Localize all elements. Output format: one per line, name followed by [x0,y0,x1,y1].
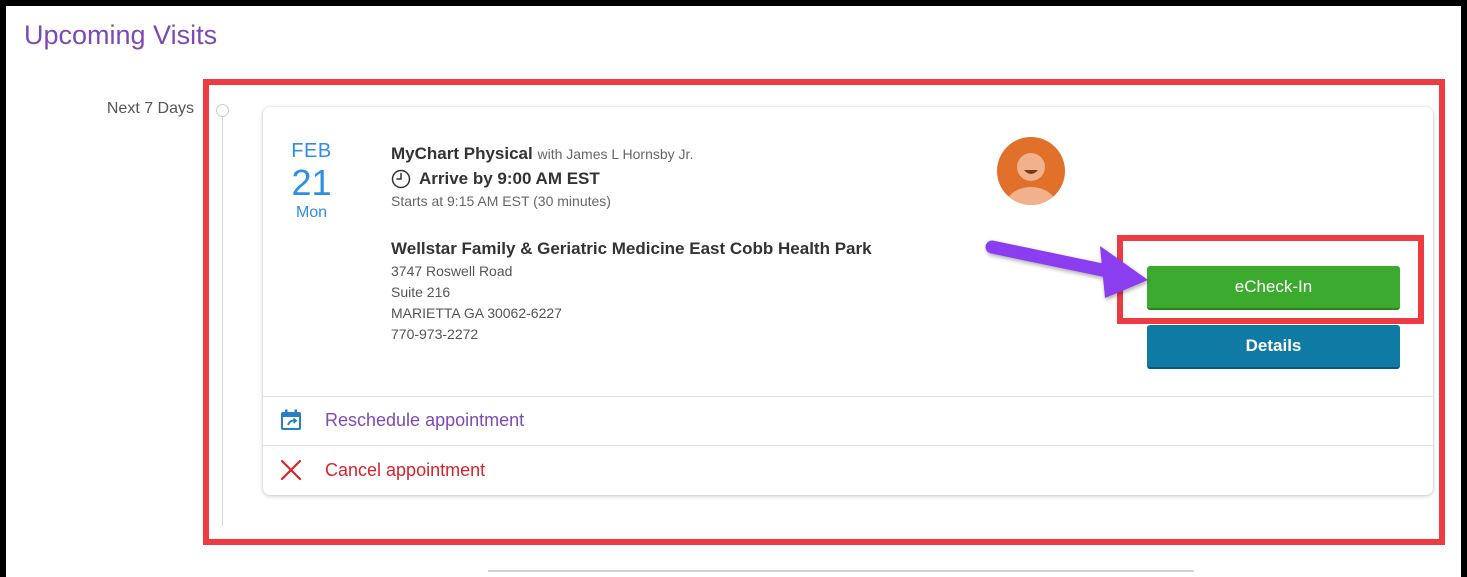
arrive-text: Arrive by 9:00 AM EST [419,169,600,188]
details-button[interactable]: Details [1147,325,1400,369]
arrive-by: Arrive by 9:00 AM EST [391,168,693,190]
clock-icon [391,169,411,189]
page-title: Upcoming Visits [24,20,218,50]
visit-line: MyChart Physical with James L Hornsby Jr… [391,143,693,165]
address-city-state-zip: MARIETTA GA 30062-6227 [391,305,562,321]
date-month: FEB [291,140,332,162]
cancel-appointment-link[interactable]: Cancel appointment [279,458,485,482]
address-line-1: 3747 Roswell Road [391,263,513,279]
section-label-next-7-days: Next 7 Days [106,100,194,117]
date-day: 21 [291,162,332,203]
address-line-2: Suite 216 [391,284,451,300]
timeline-line [222,114,223,526]
cancel-label: Cancel appointment [325,459,486,480]
echeck-in-button[interactable]: eCheck-In [1147,266,1400,310]
reschedule-appointment-link[interactable]: Reschedule appointment [279,408,524,432]
appointment-card: FEB 21 Mon MyChart Physical with James L… [263,107,1433,495]
card-divider [263,445,1433,446]
location-phone: 770-973-2272 [391,326,479,342]
date-weekday: Mon [295,204,328,221]
start-time: Starts at 9:15 AM EST (30 minutes) [391,193,611,209]
calendar-reschedule-icon [279,408,303,432]
provider-avatar-icon [997,137,1065,205]
card-divider [263,396,1433,397]
location-name: Wellstar Family & Geriatric Medicine Eas… [391,239,872,258]
visit-type: MyChart Physical [391,144,533,163]
reschedule-label: Reschedule appointment [325,409,525,430]
location-block: Wellstar Family & Geriatric Medicine Eas… [391,237,872,345]
appointment-info: MyChart Physical with James L Hornsby Jr… [391,143,693,210]
close-x-icon [279,458,303,482]
visit-provider: with James L Hornsby Jr. [537,146,694,162]
bottom-divider [488,570,1194,572]
appointment-date: FEB 21 Mon [263,139,360,223]
timeline-dot [216,104,229,117]
